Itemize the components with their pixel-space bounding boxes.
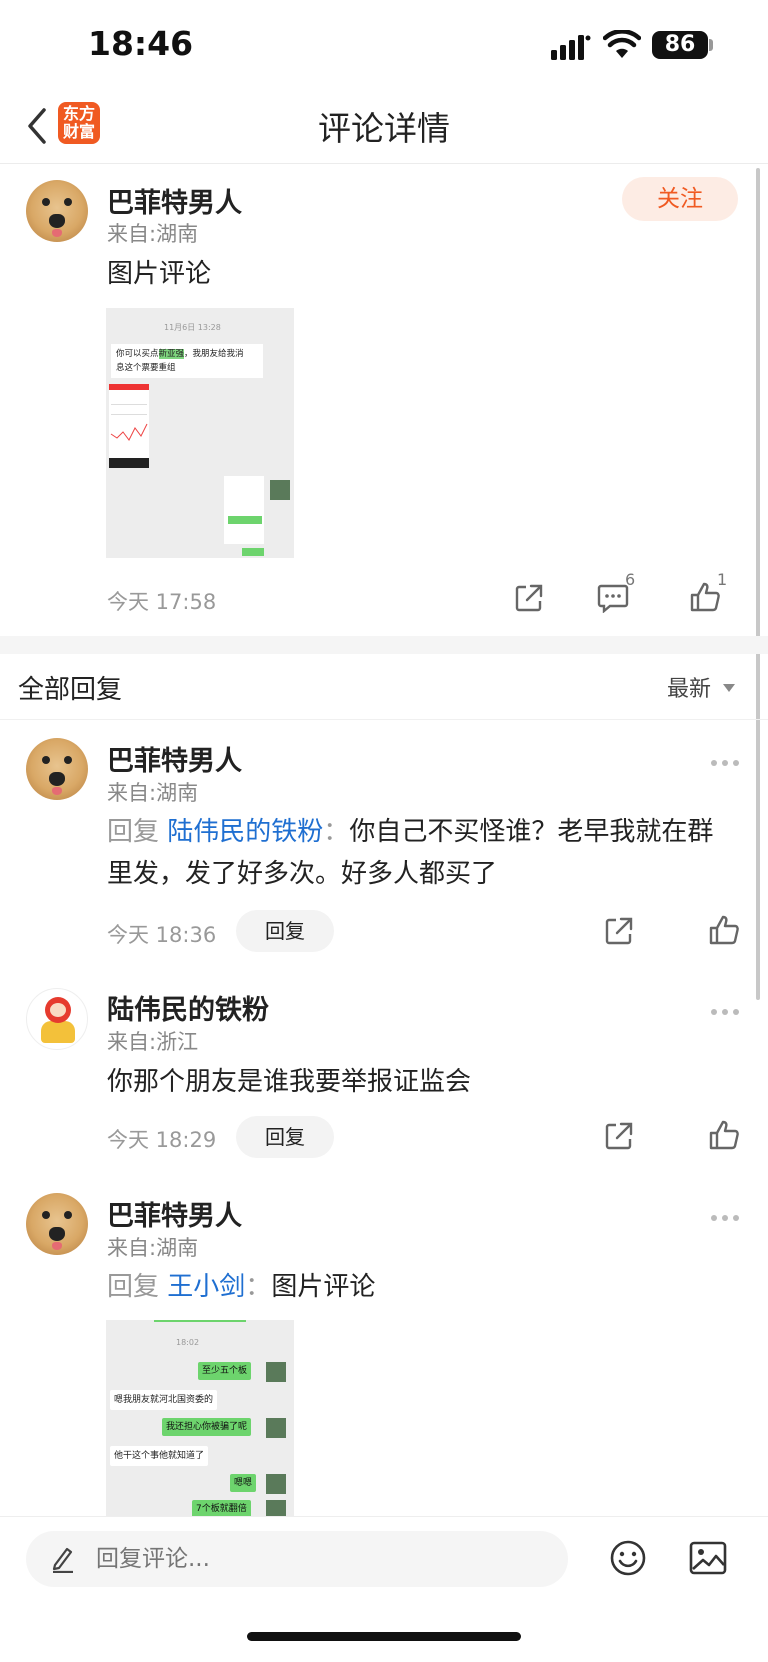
share-icon[interactable] [604,1121,634,1151]
home-indicator [247,1632,521,1641]
reply-target-link[interactable]: 陆伟民的铁粉 [167,817,323,847]
reply-prefix: 回复 [107,817,160,847]
image-message: 我还担心你被骗了呢 [162,1418,252,1436]
sort-dropdown[interactable]: 最新 [667,671,711,703]
like-icon[interactable] [708,914,740,946]
reply-username[interactable]: 巴菲特男人 [107,1194,242,1233]
reply-colon: ： [245,1272,272,1302]
status-time: 18:46 [88,24,194,63]
image-msg-part: 息这个票要重组 [116,363,176,373]
post-location: 来自:湖南 [107,222,199,246]
follow-button[interactable]: 关注 [622,177,738,221]
reply-colon: ： [323,817,350,847]
reply-button[interactable]: 回复 [236,910,334,952]
signal-icon [551,34,591,60]
battery-icon: 86 [652,31,708,59]
battery-tip [709,39,713,51]
like-count: 1 [717,570,728,589]
back-icon[interactable] [22,106,52,146]
avatar-figure-body [41,1021,75,1043]
image-message: 7个板就翻倍 [192,1500,251,1516]
stock-chart-thumbnail [109,384,149,468]
section-divider [0,636,768,654]
reply-image[interactable]: 18:02 至少五个板 嗯我朋友就河北国资委的 我还担心你被骗了呢 他干这个事他… [106,1320,294,1516]
image-message: 你可以买点新亚强，我朋友给我消 息这个票要重组 [111,344,263,378]
reply-content: 图片评论 [271,1272,376,1302]
comment-count: 6 [625,570,636,589]
image-chat-bubble [154,1320,246,1322]
reply-text: 回复 王小剑：图片评论 [107,1266,375,1308]
image-chat-avatar [270,480,290,500]
reply-username[interactable]: 陆伟民的铁粉 [107,988,269,1027]
reply-target-link[interactable]: 王小剑 [167,1272,245,1302]
image-message: 嗯嗯 [230,1474,257,1492]
image-date: 18:02 [176,1338,200,1347]
post-username[interactable]: 巴菲特男人 [107,181,242,220]
page-title: 评论详情 [318,109,450,148]
status-bar: 18:46 86 [0,0,768,90]
image-chat-window [224,476,264,544]
reply-location: 来自:湖南 [107,1236,199,1260]
scrollbar[interactable] [756,168,760,1000]
avatar[interactable] [26,1193,88,1255]
wifi-icon [602,29,642,60]
image-msg-highlight: 新亚强 [158,349,185,359]
chevron-down-icon[interactable] [723,684,735,692]
reply-input[interactable] [96,1531,546,1587]
reply-location: 来自:湖南 [107,781,199,805]
app-logo[interactable]: 东方 财富 [58,102,100,144]
replies-title: 全部回复 [18,675,123,705]
image-chat-avatar [266,1474,286,1494]
avatar-figure-face [50,1003,66,1017]
share-icon[interactable] [604,916,634,946]
more-icon[interactable] [710,1207,740,1221]
avatar[interactable] [26,988,88,1050]
nav-bar: 评论详情 东方 财富 [0,90,768,164]
image-message: 至少五个板 [198,1362,252,1380]
image-icon[interactable] [689,1541,727,1575]
reply-username[interactable]: 巴菲特男人 [107,739,242,778]
reply-text: 你那个朋友是谁我要举报证监会 [107,1067,472,1097]
more-icon[interactable] [710,752,740,766]
pencil-icon [50,1545,76,1577]
image-message: 他干这个事他就知道了 [110,1446,209,1466]
image-chat-bubble [228,516,262,524]
post-time: 今天 17:58 [107,590,217,614]
post-text: 图片评论 [107,259,212,289]
reply-input-box[interactable] [26,1531,568,1587]
more-icon[interactable] [710,1001,740,1015]
image-msg-part: ，我朋友给我消 [184,349,244,359]
reply-location: 来自:浙江 [107,1030,199,1054]
like-icon[interactable] [708,1119,740,1151]
emoji-icon[interactable] [609,1539,647,1577]
avatar[interactable] [26,180,88,242]
image-chat-bubble [242,548,264,556]
image-msg-part: 你可以买点 [116,349,159,359]
share-icon[interactable] [514,583,544,613]
reply-button[interactable]: 回复 [236,1116,334,1158]
reply-text: 回复 陆伟民的铁粉：你自己不买怪谁？老早我就在群里发，发了好多次。好多人都买了 [107,811,727,895]
image-chat-avatar [266,1500,286,1516]
reply-prefix: 回复 [107,1272,160,1302]
post-image[interactable]: 11月6日 13:28 你可以买点新亚强，我朋友给我消 息这个票要重组 [106,308,294,558]
avatar[interactable] [26,738,88,800]
image-chat-avatar [266,1418,286,1438]
image-chat-avatar [266,1362,286,1382]
app-logo-text: 东方 财富 [62,104,95,141]
image-message: 嗯我朋友就河北国资委的 [110,1390,218,1410]
image-date: 11月6日 13:28 [164,323,221,332]
reply-time: 今天 18:29 [107,1128,217,1152]
reply-time: 今天 18:36 [107,923,217,947]
replies-header: 全部回复 最新 [0,654,768,720]
